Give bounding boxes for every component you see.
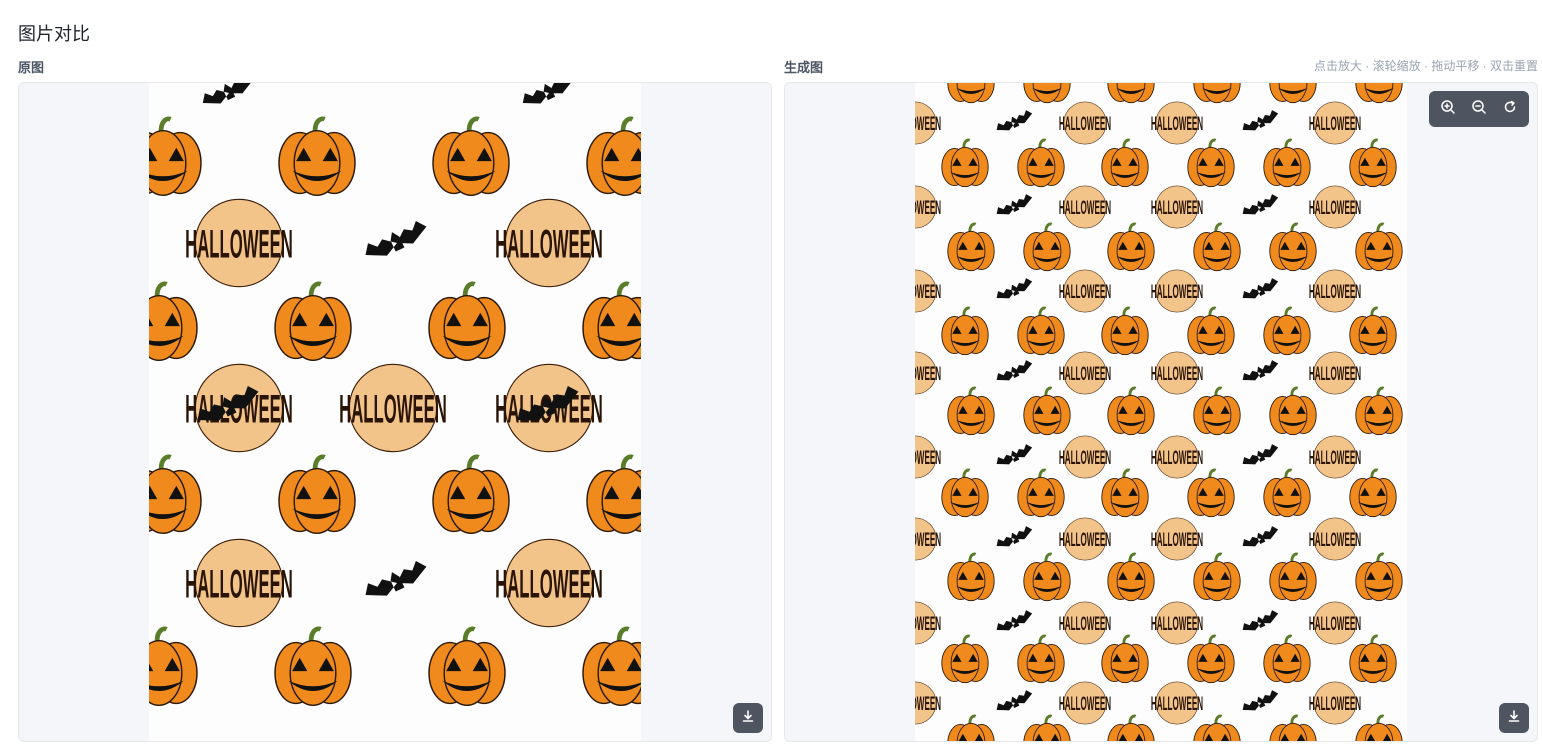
svg-text:HALLOWEEN: HALLOWEEN	[1309, 694, 1361, 715]
download-original-button[interactable]	[733, 703, 763, 733]
svg-text:HALLOWEEN: HALLOWEEN	[1059, 282, 1111, 303]
reset-button[interactable]	[1497, 96, 1523, 122]
zoom-in-button[interactable]	[1435, 96, 1461, 122]
svg-text:HALLOWEEN: HALLOWEEN	[915, 364, 941, 385]
generated-image-frame[interactable]: HALLOWEEN HALLOWEEN HALLOWEEN HALLOWEEN HALL…	[784, 82, 1538, 742]
svg-text:HALLOWEEN: HALLOWEEN	[1059, 614, 1111, 635]
svg-text:HALLOWEEN: HALLOWEEN	[1151, 448, 1203, 469]
svg-text:HALLOWEEN: HALLOWEEN	[915, 530, 941, 551]
svg-text:HALLOWEEN: HALLOWEEN	[1309, 614, 1361, 635]
original-image-frame[interactable]: HALLOWEEN HALLOWEEN HALLOWEEN HALLOWEEN HALL…	[18, 82, 772, 742]
page-title: 图片对比	[18, 24, 90, 44]
zoom-out-button[interactable]	[1466, 96, 1492, 122]
svg-text:HALLOWEEN: HALLOWEEN	[1151, 282, 1203, 303]
generated-label: 生成图	[784, 60, 824, 75]
svg-text:HALLOWEEN: HALLOWEEN	[1059, 530, 1111, 551]
svg-text:HALLOWEEN: HALLOWEEN	[1309, 448, 1361, 469]
pumpkin-motif	[1269, 83, 1317, 104]
interaction-hint: 点击放大 · 滚轮缩放 · 拖动平移 · 双击重置	[1314, 59, 1538, 73]
pumpkin-motif	[947, 83, 995, 104]
svg-text:HALLOWEEN: HALLOWEEN	[915, 114, 941, 135]
svg-text:HALLOWEEN: HALLOWEEN	[185, 562, 293, 606]
svg-text:HALLOWEEN: HALLOWEEN	[1059, 448, 1111, 469]
svg-text:HALLOWEEN: HALLOWEEN	[1309, 282, 1361, 303]
svg-text:HALLOWEEN: HALLOWEEN	[1059, 114, 1111, 135]
generated-pattern: HALLOWEEN HALLOWEEN HALLOWEEN HALLOWEEN HALL…	[915, 83, 1407, 741]
download-generated-button[interactable]	[1499, 703, 1529, 733]
download-icon	[741, 709, 755, 728]
svg-text:HALLOWEEN: HALLOWEEN	[339, 387, 447, 431]
download-icon	[1507, 709, 1521, 728]
svg-text:HALLOWEEN: HALLOWEEN	[1151, 364, 1203, 385]
svg-text:HALLOWEEN: HALLOWEEN	[915, 614, 941, 635]
svg-text:HALLOWEEN: HALLOWEEN	[915, 694, 941, 715]
svg-text:HALLOWEEN: HALLOWEEN	[1309, 364, 1361, 385]
svg-text:HALLOWEEN: HALLOWEEN	[495, 222, 603, 266]
original-label: 原图	[18, 60, 45, 75]
svg-text:HALLOWEEN: HALLOWEEN	[185, 222, 293, 266]
original-pattern: HALLOWEEN HALLOWEEN HALLOWEEN HALLOWEEN HALL…	[149, 83, 641, 741]
svg-text:HALLOWEEN: HALLOWEEN	[915, 448, 941, 469]
svg-text:HALLOWEEN: HALLOWEEN	[1059, 198, 1111, 219]
zoom-out-icon	[1471, 99, 1487, 120]
reset-icon	[1502, 99, 1518, 120]
svg-text:HALLOWEEN: HALLOWEEN	[915, 282, 941, 303]
svg-text:HALLOWEEN: HALLOWEEN	[1151, 614, 1203, 635]
svg-text:HALLOWEEN: HALLOWEEN	[1151, 694, 1203, 715]
generated-image[interactable]: HALLOWEEN HALLOWEEN HALLOWEEN HALLOWEEN HALL…	[915, 83, 1407, 741]
svg-text:HALLOWEEN: HALLOWEEN	[915, 198, 941, 219]
svg-text:HALLOWEEN: HALLOWEEN	[1059, 694, 1111, 715]
pumpkin-motif	[1355, 83, 1403, 104]
svg-text:HALLOWEEN: HALLOWEEN	[1309, 198, 1361, 219]
original-image[interactable]: HALLOWEEN HALLOWEEN HALLOWEEN HALLOWEEN HALL…	[149, 83, 641, 741]
svg-text:HALLOWEEN: HALLOWEEN	[1059, 364, 1111, 385]
svg-text:HALLOWEEN: HALLOWEEN	[1151, 198, 1203, 219]
svg-text:HALLOWEEN: HALLOWEEN	[1309, 114, 1361, 135]
zoom-toolbar	[1429, 91, 1529, 127]
svg-text:HALLOWEEN: HALLOWEEN	[1151, 530, 1203, 551]
svg-text:HALLOWEEN: HALLOWEEN	[1151, 114, 1203, 135]
pumpkin-motif	[1107, 83, 1155, 104]
zoom-in-icon	[1440, 99, 1456, 120]
pumpkin-motif	[1193, 83, 1241, 104]
svg-text:HALLOWEEN: HALLOWEEN	[495, 562, 603, 606]
pumpkin-motif	[1023, 83, 1071, 104]
svg-text:HALLOWEEN: HALLOWEEN	[1309, 530, 1361, 551]
